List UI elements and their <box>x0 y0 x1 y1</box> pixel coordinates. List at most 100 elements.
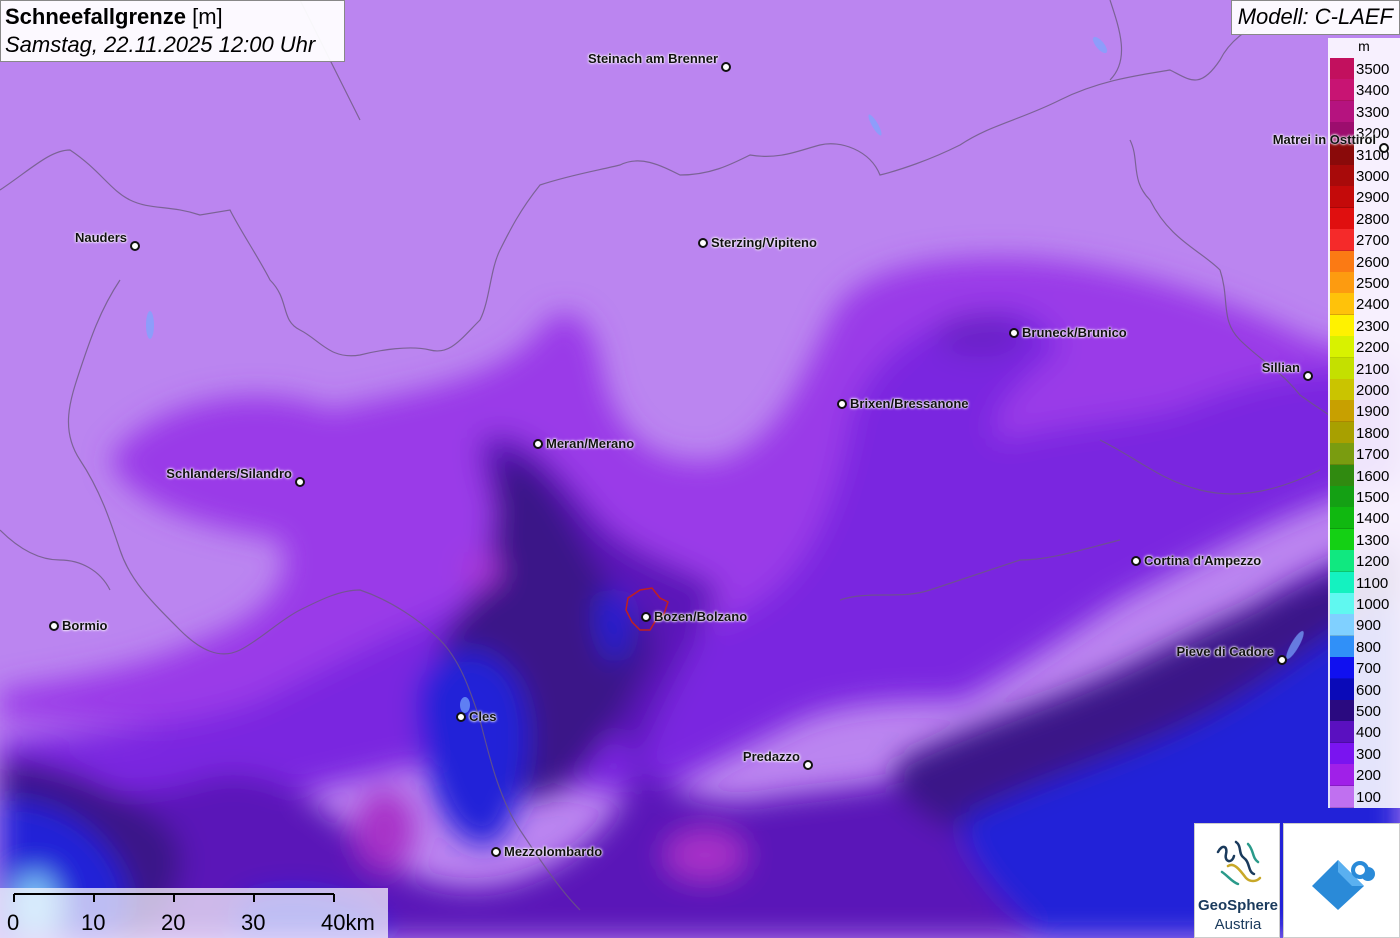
legend-label: 600 <box>1356 681 1382 699</box>
legend-item: 2300 <box>1330 314 1400 337</box>
city-label[interactable]: Sterzing/Vipiteno <box>711 235 817 250</box>
legend-item: 1200 <box>1330 550 1400 573</box>
city-marker[interactable] <box>1131 556 1141 566</box>
city-marker[interactable] <box>1277 655 1287 665</box>
city-label[interactable]: Bozen/Bolzano <box>654 609 747 624</box>
partner-logo[interactable] <box>1283 823 1400 938</box>
city-label[interactable]: Mezzolombardo <box>504 844 602 859</box>
city-marker[interactable] <box>698 238 708 248</box>
city-marker[interactable] <box>721 62 731 72</box>
city-marker[interactable] <box>1303 371 1313 381</box>
color-legend: m 3500 3400 3300 3200 3100 3000 2900 2800 2700 26… <box>1328 38 1400 808</box>
legend-label: 900 <box>1356 617 1382 635</box>
legend-item: 2100 <box>1330 357 1400 380</box>
legend-swatch <box>1330 614 1354 637</box>
city-marker[interactable] <box>641 612 651 622</box>
city-marker[interactable] <box>491 847 501 857</box>
legend-swatch <box>1330 528 1354 551</box>
legend-label: 2900 <box>1356 189 1390 207</box>
scale-label-40km: 40km <box>321 910 375 935</box>
city-label[interactable]: Sillian <box>1262 360 1300 375</box>
city-label[interactable]: Nauders <box>75 230 127 245</box>
city-marker[interactable] <box>1009 328 1019 338</box>
city-label[interactable]: Bruneck/Brunico <box>1022 325 1127 340</box>
legend-swatch <box>1330 207 1354 230</box>
legend-swatch <box>1330 785 1354 808</box>
city-label[interactable]: Bormio <box>62 618 108 633</box>
legend-item: 800 <box>1330 635 1400 658</box>
city-marker[interactable] <box>533 439 543 449</box>
city-marker[interactable] <box>803 760 813 770</box>
legend-item: 2500 <box>1330 272 1400 294</box>
legend-item: 3000 <box>1330 165 1400 187</box>
legend-swatch <box>1330 400 1354 423</box>
city-label[interactable]: Cles <box>469 709 496 724</box>
partner-logo-icon <box>1312 860 1375 910</box>
legend-label: 2700 <box>1356 232 1390 250</box>
legend-swatch <box>1330 721 1354 744</box>
legend-swatch <box>1330 635 1354 658</box>
legend-item: 100 <box>1330 785 1400 808</box>
legend-swatch <box>1330 293 1354 316</box>
legend-item: 1000 <box>1330 593 1400 615</box>
legend-swatch <box>1330 186 1354 209</box>
legend-swatch <box>1330 79 1354 102</box>
legend-label: 1800 <box>1356 424 1390 442</box>
legend-label: 1200 <box>1356 553 1390 571</box>
legend-swatch <box>1330 314 1354 337</box>
legend-label: 200 <box>1356 767 1382 785</box>
city-label[interactable]: Cortina d'Ampezzo <box>1144 553 1261 568</box>
city-label[interactable]: Schlanders/Silandro <box>166 466 292 481</box>
legend-swatch <box>1330 336 1354 359</box>
zone-spot-200m <box>460 552 500 588</box>
city-marker[interactable] <box>49 621 59 631</box>
city-marker[interactable] <box>837 399 847 409</box>
city-label[interactable]: Matrei in Osttirol <box>1273 132 1376 147</box>
legend-item: 700 <box>1330 657 1400 680</box>
city-label[interactable]: Brixen/Bressanone <box>850 396 969 411</box>
legend-swatch <box>1330 507 1354 530</box>
city-label[interactable]: Pieve di Cadore <box>1176 644 1274 659</box>
legend-label: 400 <box>1356 724 1382 742</box>
city-marker[interactable] <box>456 712 466 722</box>
legend-swatch <box>1330 678 1354 701</box>
title-unit: [m] <box>192 4 223 29</box>
legend-swatch <box>1330 742 1354 765</box>
legend-swatch <box>1330 229 1354 252</box>
scale-bar: 0 10 20 30 40km <box>0 888 388 938</box>
legend-item: 900 <box>1330 614 1400 637</box>
legend-item: 2600 <box>1330 250 1400 273</box>
legend-swatch <box>1330 272 1354 294</box>
city-marker[interactable] <box>295 477 305 487</box>
legend-item: 3300 <box>1330 100 1400 123</box>
legend-item: 3400 <box>1330 79 1400 102</box>
legend-label: 2400 <box>1356 296 1390 314</box>
scale-label-20: 20 <box>161 910 186 935</box>
model-label: Modell: C-LAEF <box>1230 0 1400 35</box>
city-marker[interactable] <box>1379 143 1389 153</box>
legend-swatch <box>1330 100 1354 123</box>
legend-swatch <box>1330 700 1354 722</box>
legend-item: 2900 <box>1330 186 1400 209</box>
geosphere-logo[interactable]: GeoSphere Austria <box>1194 823 1280 938</box>
legend-swatch <box>1330 357 1354 380</box>
legend-label: 1100 <box>1356 574 1389 592</box>
legend-label: 1900 <box>1356 403 1390 421</box>
legend-label: 100 <box>1356 788 1382 806</box>
title-main-text: Schneefallgrenze <box>5 4 186 29</box>
zone-spot-200m <box>355 790 415 870</box>
city-label[interactable]: Predazzo <box>743 749 800 764</box>
legend-item: 3500 <box>1330 58 1400 80</box>
legend-swatch <box>1330 250 1354 273</box>
legend-item: 300 <box>1330 742 1400 765</box>
legend-item: 2200 <box>1330 336 1400 359</box>
legend-label: 500 <box>1356 703 1382 720</box>
legend-label: 2600 <box>1356 253 1390 271</box>
city-marker[interactable] <box>130 241 140 251</box>
city-label[interactable]: Meran/Merano <box>546 436 634 451</box>
geosphere-logo-icon <box>1216 840 1262 886</box>
city-label[interactable]: Steinach am Brenner <box>588 51 718 66</box>
legend-label: 800 <box>1356 638 1382 656</box>
legend-label: 3500 <box>1356 61 1390 78</box>
legend-item: 2000 <box>1330 379 1400 401</box>
